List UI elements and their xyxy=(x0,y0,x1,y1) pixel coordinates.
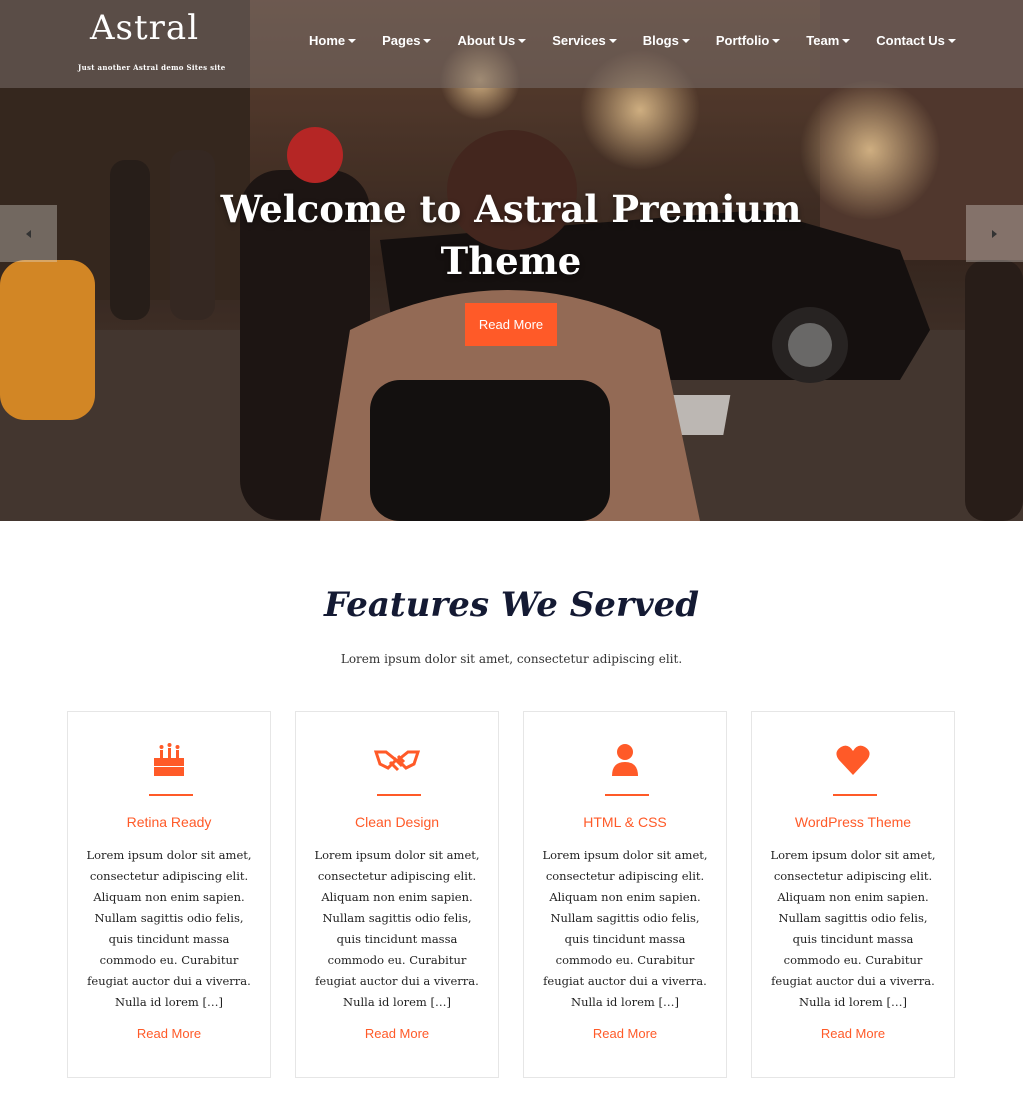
nav-item-portfolio[interactable]: Portfolio xyxy=(703,33,793,48)
arrow-right-icon xyxy=(992,229,997,238)
card-title: WordPress Theme xyxy=(794,814,912,830)
card-read-more-link[interactable]: Read More xyxy=(524,1026,726,1041)
caret-down-icon xyxy=(772,39,781,43)
features-title: Features We Served xyxy=(323,585,700,625)
main-nav: Home Pages About Us Services Blogs Portf… xyxy=(296,33,969,48)
nav-item-services[interactable]: Services xyxy=(539,33,630,48)
nav-item-about-us[interactable]: About Us xyxy=(444,33,539,48)
features-subtitle: Lorem ipsum dolor sit amet, consectetur … xyxy=(340,652,683,666)
feature-card: HTML & CSS Lorem ipsum dolor sit amet, c… xyxy=(523,711,727,1078)
heart-icon xyxy=(752,742,954,780)
card-divider xyxy=(377,794,421,796)
card-title: Clean Design xyxy=(354,814,440,830)
slider-prev-button[interactable] xyxy=(0,205,57,262)
caret-down-icon xyxy=(842,39,851,43)
nav-item-pages[interactable]: Pages xyxy=(369,33,444,48)
nav-item-blogs[interactable]: Blogs xyxy=(630,33,703,48)
nav-label: Home xyxy=(309,33,346,48)
nav-label: Team xyxy=(806,33,840,48)
nav-item-team[interactable]: Team xyxy=(793,33,863,48)
handshake-icon xyxy=(296,742,498,780)
card-text: Lorem ipsum dolor sit amet, consectetur … xyxy=(542,848,708,1009)
card-title: HTML & CSS xyxy=(583,814,667,830)
caret-down-icon xyxy=(947,39,956,43)
card-text: Lorem ipsum dolor sit amet, consectetur … xyxy=(314,848,480,1009)
caret-down-icon xyxy=(608,39,617,43)
arrow-left-icon xyxy=(26,229,31,238)
card-read-more-link[interactable]: Read More xyxy=(296,1026,498,1041)
card-read-more-link[interactable]: Read More xyxy=(68,1026,270,1041)
site-header: Astral Just another Astral demo Sites si… xyxy=(0,0,1023,88)
caret-down-icon xyxy=(423,39,432,43)
nav-label: About Us xyxy=(457,33,516,48)
feature-card: Retina Ready Lorem ipsum dolor sit amet,… xyxy=(67,711,271,1078)
nav-label: Blogs xyxy=(642,33,679,48)
nav-label: Services xyxy=(552,33,606,48)
card-divider xyxy=(833,794,877,796)
card-read-more-link[interactable]: Read More xyxy=(752,1026,954,1041)
site-tagline: Just another Astral demo Sites site xyxy=(78,63,226,72)
feature-card: WordPress Theme Lorem ipsum dolor sit am… xyxy=(751,711,955,1078)
hero-slider: Astral Just another Astral demo Sites si… xyxy=(0,0,1023,521)
card-text: Lorem ipsum dolor sit amet, consectetur … xyxy=(770,848,936,1009)
nav-label: Portfolio xyxy=(715,33,770,48)
card-divider xyxy=(605,794,649,796)
hero-title: Welcome to Astral Premium Theme xyxy=(220,187,802,283)
nav-label: Pages xyxy=(382,33,421,48)
site-logo[interactable]: Astral xyxy=(90,8,199,48)
slider-next-button[interactable] xyxy=(966,205,1023,262)
nav-item-home[interactable]: Home xyxy=(296,33,369,48)
caret-down-icon xyxy=(681,39,690,43)
card-title: Retina Ready xyxy=(126,814,212,830)
user-icon xyxy=(524,742,726,780)
caret-down-icon xyxy=(518,39,527,43)
nav-item-contact-us[interactable]: Contact Us xyxy=(863,33,969,48)
cake-icon xyxy=(68,742,270,780)
card-divider xyxy=(149,794,193,796)
card-text: Lorem ipsum dolor sit amet, consectetur … xyxy=(86,848,252,1009)
caret-down-icon xyxy=(348,39,357,43)
nav-label: Contact Us xyxy=(876,33,945,48)
feature-card: Clean Design Lorem ipsum dolor sit amet,… xyxy=(295,711,499,1078)
hero-read-more-button[interactable]: Read More xyxy=(465,303,557,346)
